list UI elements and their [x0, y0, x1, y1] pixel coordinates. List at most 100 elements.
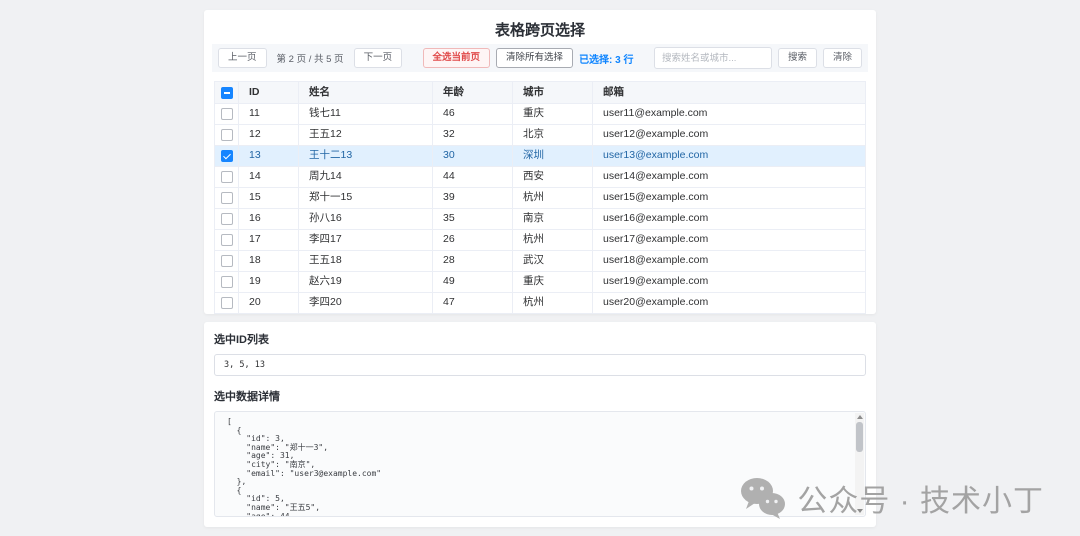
cell-id: 20	[239, 293, 299, 313]
cell-city: 杭州	[513, 230, 593, 250]
cell-age: 49	[433, 272, 513, 292]
table-row[interactable]: 12 王五12 32 北京 user12@example.com	[215, 125, 865, 146]
cell-name: 李四20	[299, 293, 433, 313]
cell-age: 30	[433, 146, 513, 166]
search-input[interactable]	[654, 47, 772, 69]
cell-email: user11@example.com	[593, 104, 865, 124]
cell-age: 44	[433, 167, 513, 187]
table-body: 11 钱七11 46 重庆 user11@example.com 12 王五12…	[215, 104, 865, 314]
checkbox-icon[interactable]	[221, 255, 233, 267]
cell-name: 王十二13	[299, 146, 433, 166]
indeterminate-checkbox-icon[interactable]	[221, 87, 233, 99]
cell-city: 武汉	[513, 251, 593, 271]
checkbox-icon[interactable]	[221, 129, 233, 141]
column-header-email: 邮箱	[593, 82, 865, 103]
cell-email: user15@example.com	[593, 188, 865, 208]
cell-id: 12	[239, 125, 299, 145]
toolbar: 上一页 第 2 页 / 共 5 页 下一页 全选当前页 清除所有选择 已选择: …	[212, 44, 868, 72]
cell-city: 杭州	[513, 293, 593, 313]
search-group: 搜索 清除	[654, 47, 862, 69]
cell-name: 王五18	[299, 251, 433, 271]
cell-age: 28	[433, 251, 513, 271]
cell-email: user12@example.com	[593, 125, 865, 145]
row-checkbox-cell	[215, 293, 239, 313]
row-checkbox-cell	[215, 188, 239, 208]
table-row[interactable]: 20 李四20 47 杭州 user20@example.com	[215, 293, 865, 314]
scroll-down-icon[interactable]	[857, 509, 863, 513]
cell-city: 北京	[513, 125, 593, 145]
page-title: 表格跨页选择	[214, 21, 866, 44]
cell-city: 重庆	[513, 272, 593, 292]
table-row[interactable]: 19 赵六19 49 重庆 user19@example.com	[215, 272, 865, 293]
cell-email: user14@example.com	[593, 167, 865, 187]
scroll-up-icon[interactable]	[857, 415, 863, 419]
scrollbar-thumb[interactable]	[856, 422, 863, 452]
cell-email: user19@example.com	[593, 272, 865, 292]
cell-city: 西安	[513, 167, 593, 187]
column-header-name: 姓名	[299, 82, 433, 103]
table-row[interactable]: 17 李四17 26 杭州 user17@example.com	[215, 230, 865, 251]
row-checkbox-cell	[215, 167, 239, 187]
table-row[interactable]: 11 钱七11 46 重庆 user11@example.com	[215, 104, 865, 125]
row-checkbox-cell	[215, 104, 239, 124]
cell-name: 钱七11	[299, 104, 433, 124]
table-row[interactable]: 14 周九14 44 西安 user14@example.com	[215, 167, 865, 188]
table-row[interactable]: 18 王五18 28 武汉 user18@example.com	[215, 251, 865, 272]
clear-all-selection-button[interactable]: 清除所有选择	[496, 48, 573, 68]
cell-name: 李四17	[299, 230, 433, 250]
selected-id-list-label: 选中ID列表	[214, 331, 866, 347]
table-row[interactable]: 16 孙八16 35 南京 user16@example.com	[215, 209, 865, 230]
checkbox-icon[interactable]	[221, 213, 233, 225]
cell-age: 39	[433, 188, 513, 208]
cell-name: 周九14	[299, 167, 433, 187]
checkbox-icon[interactable]	[221, 192, 233, 204]
row-checkbox-cell	[215, 230, 239, 250]
select-all-page-button[interactable]: 全选当前页	[423, 48, 491, 68]
cell-id: 18	[239, 251, 299, 271]
row-checkbox-cell	[215, 272, 239, 292]
page-container: 表格跨页选择 上一页 第 2 页 / 共 5 页 下一页 全选当前页 清除所有选…	[204, 0, 876, 527]
cell-id: 14	[239, 167, 299, 187]
cell-email: user18@example.com	[593, 251, 865, 271]
cell-id: 13	[239, 146, 299, 166]
cell-id: 15	[239, 188, 299, 208]
cell-name: 郑十一15	[299, 188, 433, 208]
cell-id: 11	[239, 104, 299, 124]
data-table: ID 姓名 年龄 城市 邮箱 11 钱七11 46 重庆 user11@exam…	[214, 81, 866, 314]
checkbox-icon[interactable]	[221, 150, 233, 162]
checkbox-icon[interactable]	[221, 234, 233, 246]
selected-data-detail-box[interactable]: [ { "id": 3, "name": "郑十一3", "age": 31, …	[214, 411, 866, 517]
table-card: 表格跨页选择 上一页 第 2 页 / 共 5 页 下一页 全选当前页 清除所有选…	[204, 10, 876, 314]
cell-id: 16	[239, 209, 299, 229]
cell-email: user20@example.com	[593, 293, 865, 313]
row-checkbox-cell	[215, 209, 239, 229]
column-header-id: ID	[239, 82, 299, 103]
prev-page-button[interactable]: 上一页	[218, 48, 267, 68]
row-checkbox-cell	[215, 146, 239, 166]
clear-search-button[interactable]: 清除	[823, 48, 862, 68]
checkbox-icon[interactable]	[221, 171, 233, 183]
cell-city: 重庆	[513, 104, 593, 124]
checkbox-icon[interactable]	[221, 297, 233, 309]
cell-email: user17@example.com	[593, 230, 865, 250]
checkbox-icon[interactable]	[221, 108, 233, 120]
search-button[interactable]: 搜索	[778, 48, 817, 68]
cell-age: 26	[433, 230, 513, 250]
cell-name: 孙八16	[299, 209, 433, 229]
checkbox-icon[interactable]	[221, 276, 233, 288]
selected-count-badge: 已选择: 3 行	[579, 51, 633, 66]
selected-data-json: [ { "id": 3, "name": "郑十一3", "age": 31, …	[215, 412, 865, 517]
next-page-button[interactable]: 下一页	[354, 48, 403, 68]
table-row[interactable]: 15 郑十一15 39 杭州 user15@example.com	[215, 188, 865, 209]
selection-actions-group: 全选当前页 清除所有选择 已选择: 3 行	[423, 48, 634, 68]
column-header-city: 城市	[513, 82, 593, 103]
cell-email: user16@example.com	[593, 209, 865, 229]
json-scrollbar[interactable]	[855, 413, 864, 515]
cell-city: 杭州	[513, 188, 593, 208]
table-row[interactable]: 13 王十二13 30 深圳 user13@example.com	[215, 146, 865, 167]
cell-id: 19	[239, 272, 299, 292]
cell-city: 南京	[513, 209, 593, 229]
table-header-row: ID 姓名 年龄 城市 邮箱	[215, 82, 865, 104]
cell-age: 46	[433, 104, 513, 124]
row-checkbox-cell	[215, 251, 239, 271]
